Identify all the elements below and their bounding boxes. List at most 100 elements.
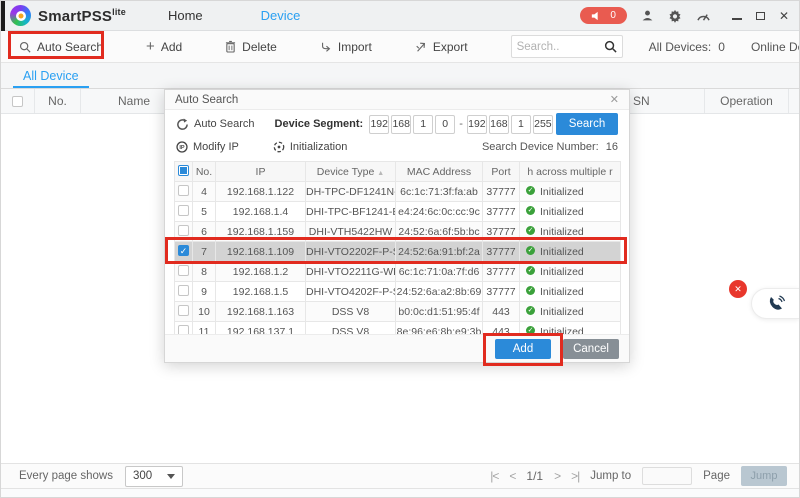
device-row[interactable]: 7192.168.1.109DHI-VTO2202F-P-S224:52:6a:…: [175, 242, 621, 262]
refresh-icon[interactable]: [176, 118, 189, 131]
add-device-button[interactable]: + Add: [146, 39, 182, 54]
device-row[interactable]: 5192.168.1.4DHI-TPC-BF1241-B7F...e4:24:6…: [175, 202, 621, 222]
segment-octet[interactable]: 168: [391, 115, 411, 134]
col-no[interactable]: No.: [193, 162, 216, 182]
user-icon[interactable]: [640, 8, 655, 23]
call-widget[interactable]: [751, 288, 799, 319]
row-checkbox[interactable]: [178, 305, 189, 316]
gear-icon[interactable]: [668, 8, 683, 23]
segment-octet[interactable]: 192: [467, 115, 487, 134]
row-checkbox[interactable]: [178, 185, 189, 196]
screen-edge-artifact: [1, 1, 5, 31]
maximize-button[interactable]: [756, 7, 765, 25]
sort-asc-icon[interactable]: ▲: [377, 170, 384, 177]
content-area: No. Name▲ SN Operation ✕ Auto Search ✕: [1, 89, 799, 463]
search-device-number: Search Device Number:16: [482, 141, 618, 153]
modify-ip-icon[interactable]: IP: [176, 141, 188, 153]
all-devices-count: All Devices:0: [649, 40, 725, 54]
next-page-button[interactable]: >: [554, 469, 560, 483]
online-devices-count: Online Devices:0: [751, 40, 800, 54]
col-port[interactable]: Port: [483, 162, 520, 182]
init-status-label: Initialized: [540, 206, 584, 218]
tab-bar: All Device: [1, 63, 799, 89]
row-checkbox[interactable]: [178, 285, 189, 296]
segment-octet[interactable]: 192: [369, 115, 389, 134]
window-bottom-edge: [1, 489, 799, 498]
segment-octet[interactable]: 255: [533, 115, 553, 134]
segment-search-button[interactable]: Search: [556, 113, 618, 135]
auto-search-button[interactable]: Auto Search: [19, 40, 103, 54]
first-page-button[interactable]: |<: [490, 469, 498, 483]
segment-from: 19216810: [369, 115, 455, 134]
segment-octet[interactable]: 168: [489, 115, 509, 134]
nav-home[interactable]: Home: [168, 8, 203, 23]
select-all-results-checkbox[interactable]: [178, 165, 189, 176]
dialog-title: Auto Search: [175, 94, 238, 106]
network-status-icon[interactable]: [696, 8, 711, 23]
page-size-select[interactable]: 300: [125, 466, 183, 487]
initialized-status-icon: [526, 306, 535, 315]
device-row[interactable]: 4192.168.1.122DH-TPC-DF1241N-D3...6c:1c:…: [175, 182, 621, 202]
jump-button[interactable]: Jump: [741, 466, 787, 486]
row-checkbox[interactable]: [178, 225, 189, 236]
init-status-label: Initialized: [540, 286, 584, 298]
alarm-count: 0: [610, 10, 616, 21]
auto-search-label[interactable]: Auto Search: [194, 118, 255, 130]
close-button[interactable]: ✕: [779, 10, 789, 22]
initialized-status-icon: [526, 206, 535, 215]
chevron-down-icon: [167, 474, 175, 479]
segment-dash: -: [459, 118, 463, 130]
segment-octet[interactable]: 1: [511, 115, 531, 134]
column-no[interactable]: No.: [35, 89, 81, 113]
call-close-badge[interactable]: ✕: [729, 280, 747, 298]
import-button[interactable]: Import: [320, 40, 372, 54]
plus-icon: +: [146, 39, 155, 54]
prev-page-button[interactable]: <: [509, 469, 515, 483]
col-device-type[interactable]: Device Type ▲: [306, 162, 396, 182]
search-icon[interactable]: [604, 40, 617, 53]
device-row[interactable]: 10192.168.1.163DSS V8b0:0c:d1:51:95:4f44…: [175, 302, 621, 322]
col-mac-address[interactable]: MAC Address: [396, 162, 483, 182]
row-checkbox[interactable]: [178, 205, 189, 216]
select-all-checkbox[interactable]: [12, 96, 23, 107]
search-icon: [19, 41, 31, 53]
segment-octet[interactable]: 0: [435, 115, 455, 134]
app-name: SmartPSSlite: [38, 7, 126, 25]
export-button[interactable]: Export: [415, 40, 468, 54]
device-segment-label: Device Segment:: [275, 118, 364, 130]
search-input[interactable]: [517, 41, 604, 53]
tab-all-device[interactable]: All Device: [13, 63, 89, 88]
page-size-label: Every page shows: [19, 470, 113, 482]
initialization-label[interactable]: Initialization: [290, 141, 347, 153]
initialized-status-icon: [526, 186, 535, 195]
delete-button[interactable]: Delete: [225, 40, 277, 54]
device-toolbar: Auto Search + Add Delete Import Export A…: [1, 31, 799, 63]
segment-octet[interactable]: 1: [413, 115, 433, 134]
nav-device[interactable]: Device: [261, 8, 301, 23]
col-ip[interactable]: IP: [216, 162, 306, 182]
column-sn[interactable]: SN: [624, 89, 704, 113]
row-checkbox[interactable]: [178, 245, 189, 256]
row-checkbox[interactable]: [178, 265, 189, 276]
device-row[interactable]: 8192.168.1.2DHI-VTO2211G-WP6c:1c:71:0a:7…: [175, 262, 621, 282]
modify-ip-label[interactable]: Modify IP: [193, 141, 239, 153]
dialog-close-icon[interactable]: ✕: [610, 93, 619, 106]
device-row[interactable]: 9192.168.1.5DHI-VTO4202F-P-S224:52:6a:a2…: [175, 282, 621, 302]
init-status-label: Initialized: [540, 266, 584, 278]
col-init-status[interactable]: h across multiple r: [520, 162, 621, 182]
device-search-box[interactable]: [511, 35, 623, 58]
add-selected-button[interactable]: Add: [495, 339, 551, 359]
minimize-button[interactable]: [732, 7, 742, 25]
segment-to: 1921681255: [467, 115, 553, 134]
page-label: Page: [703, 470, 730, 482]
app-logo: [10, 5, 31, 26]
initialization-icon[interactable]: [273, 141, 285, 153]
auto-search-dialog: Auto Search ✕ Auto Search Device Segment…: [164, 89, 630, 363]
alarm-badge[interactable]: 0: [580, 7, 627, 24]
cancel-button[interactable]: Cancel: [563, 339, 619, 359]
jump-page-input[interactable]: [642, 467, 692, 485]
column-operation[interactable]: Operation: [704, 89, 789, 113]
dialog-titlebar: Auto Search ✕: [165, 90, 629, 110]
device-row[interactable]: 6192.168.1.159DHI-VTH5422HW24:52:6a:6f:5…: [175, 222, 621, 242]
last-page-button[interactable]: >|: [571, 469, 579, 483]
